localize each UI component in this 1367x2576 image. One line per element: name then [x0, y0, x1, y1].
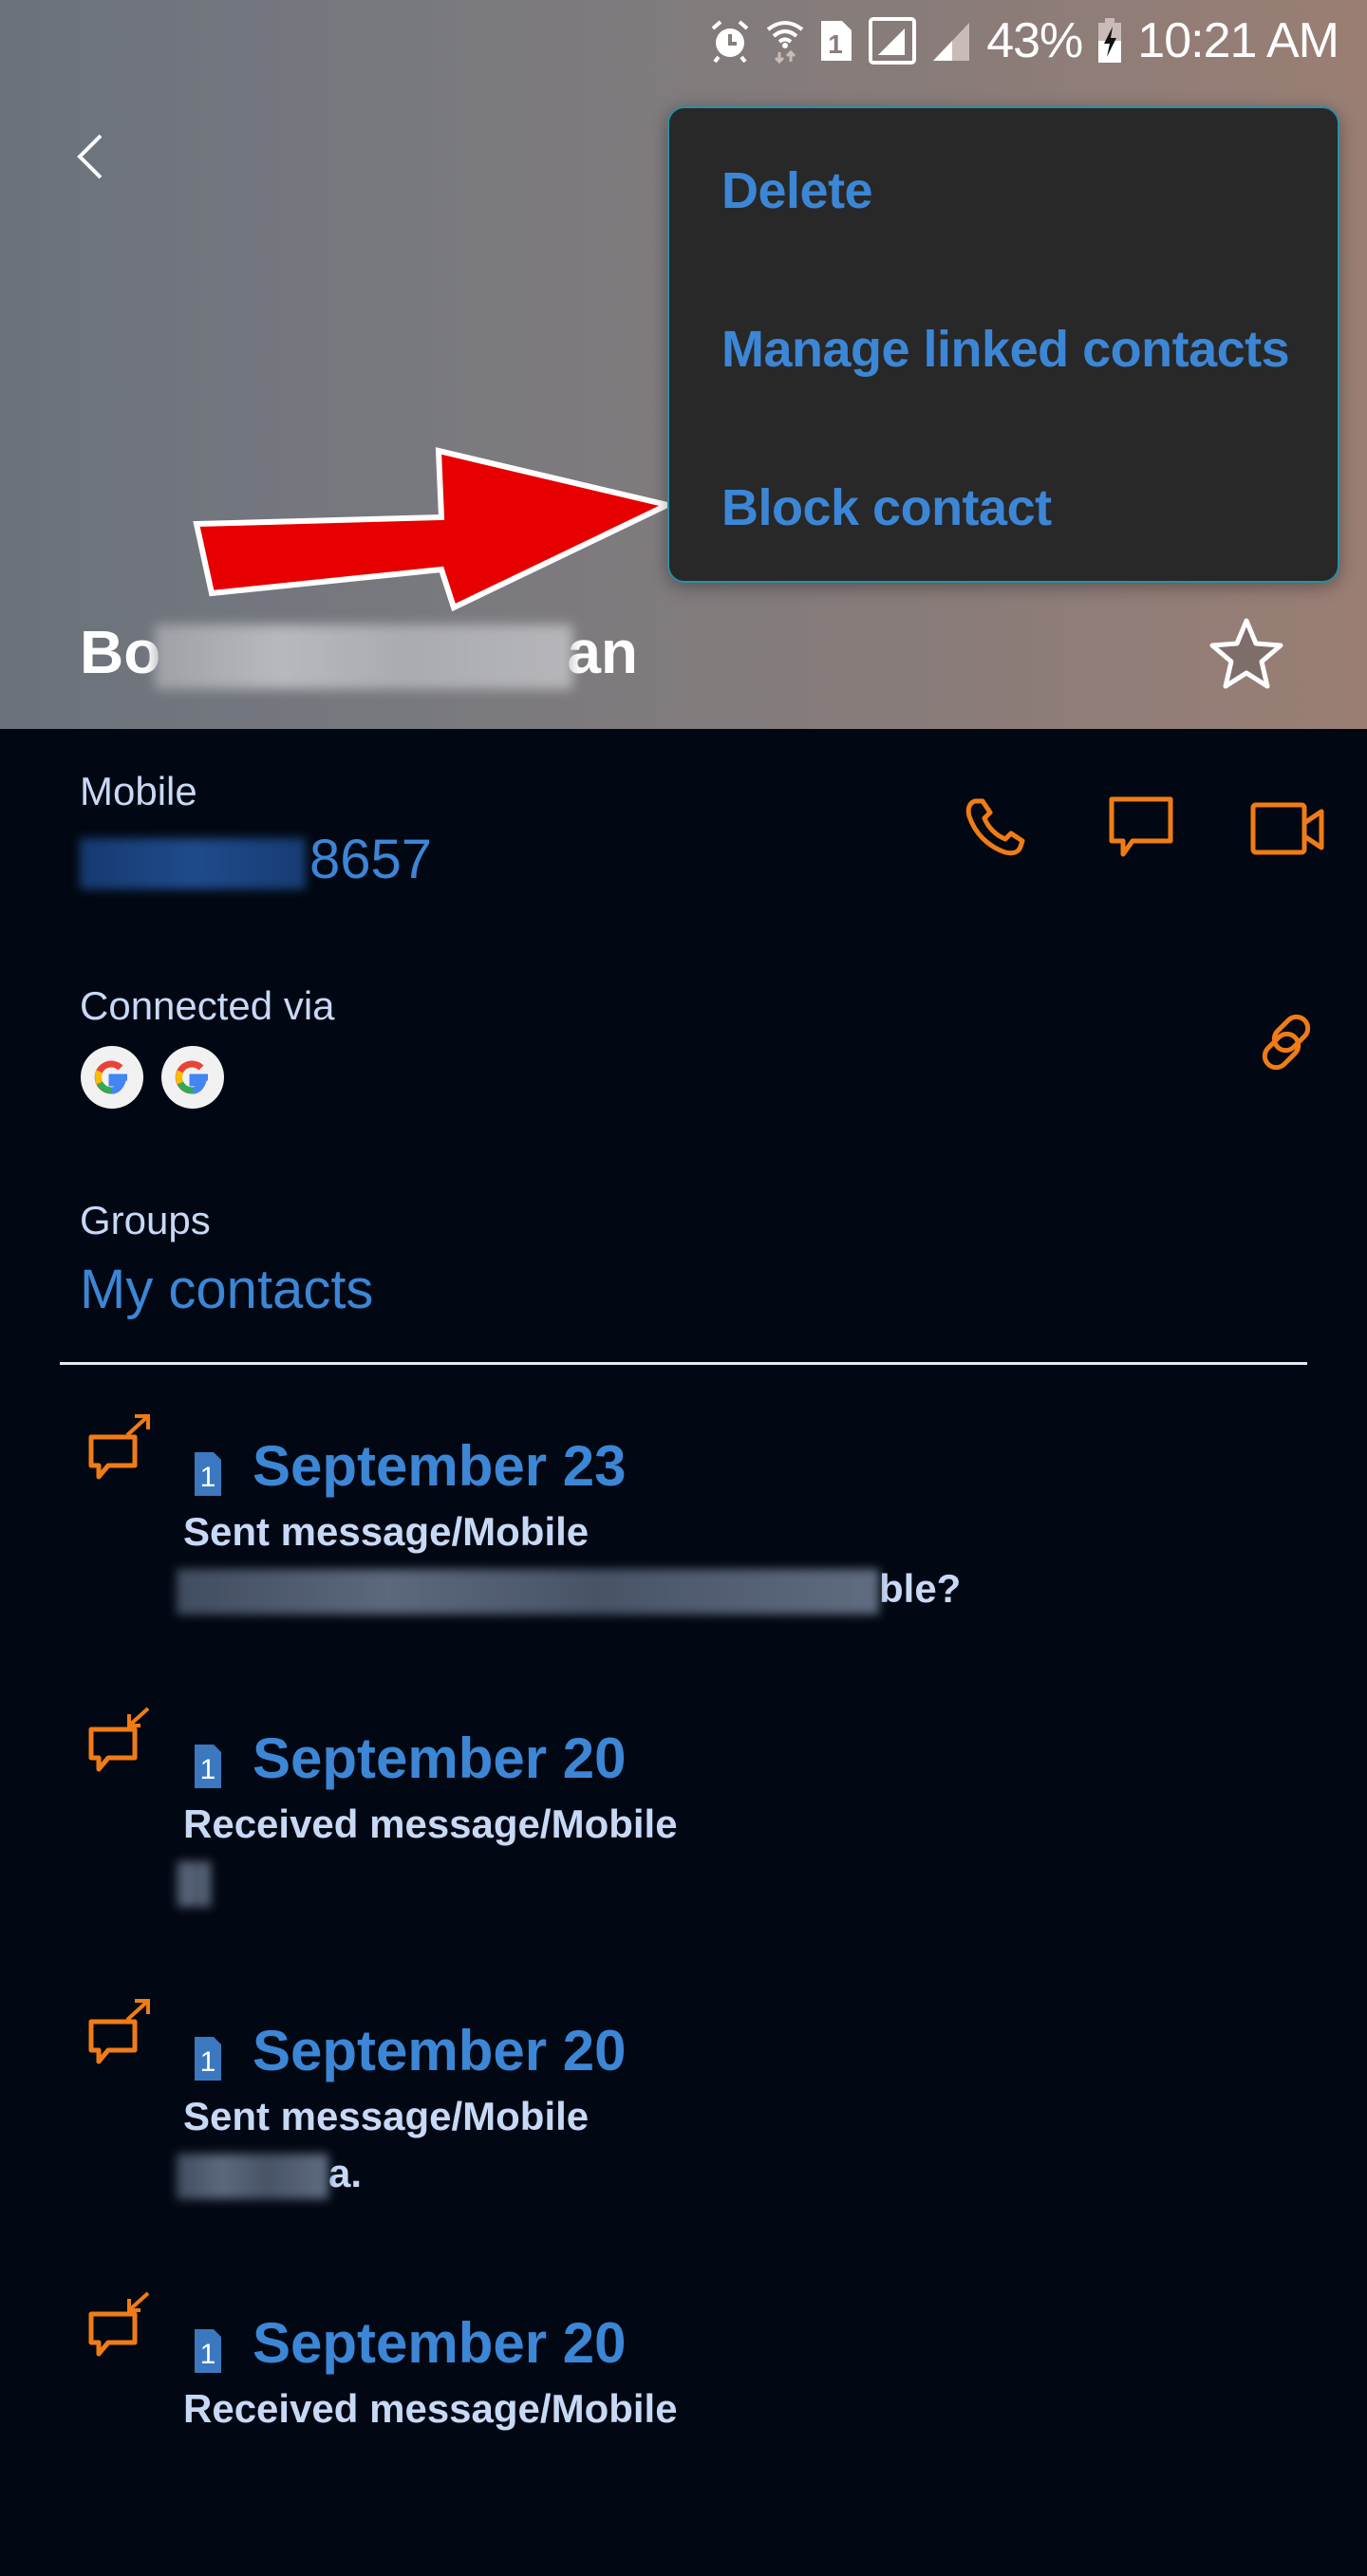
- wifi-icon: [766, 18, 804, 64]
- history-item[interactable]: 1 September 20 Sent message/Mobile a.: [0, 1999, 1367, 2284]
- history-type: Received message/Mobile: [183, 2386, 678, 2431]
- history-type: Received message/Mobile: [183, 1801, 678, 1846]
- contact-name-prefix: Bo: [80, 618, 161, 686]
- snippet-visible-text: a.: [328, 2151, 363, 2195]
- video-call-button[interactable]: [1250, 802, 1324, 864]
- signal-icon: [869, 17, 917, 65]
- message-outgoing-icon: [88, 1999, 150, 2064]
- svg-text:1: 1: [200, 2339, 216, 2370]
- google-account-badge: [161, 1046, 224, 1109]
- snippet-visible-text: ble?: [879, 1566, 962, 1611]
- google-account-badge: [81, 1046, 143, 1109]
- google-icon: [94, 1060, 127, 1094]
- battery-charging-icon: [1097, 18, 1122, 64]
- message-outgoing-icon: [88, 1414, 150, 1480]
- mobile-number-suffix: 8657: [309, 829, 433, 890]
- redacted-number: [80, 837, 306, 889]
- history-snippet: a.: [177, 2151, 362, 2199]
- history-date: September 20: [253, 2311, 627, 2375]
- battery-percent: 43%: [986, 13, 1083, 68]
- redacted-message: [177, 1860, 211, 1907]
- message-incoming-icon: [88, 1707, 150, 1772]
- phone-icon: [965, 798, 1025, 856]
- groups-label: Groups: [80, 1198, 211, 1242]
- google-icon: [175, 1060, 208, 1094]
- connected-via-label: Connected via: [80, 983, 335, 1028]
- star-outline-icon: [1209, 618, 1283, 689]
- history-date: September 23: [253, 1434, 627, 1498]
- message-button[interactable]: [1108, 795, 1174, 867]
- contact-header: 1 43% 10:21 AM Bo an Delete Manage linked…: [0, 0, 1367, 729]
- redacted-message: [177, 2153, 328, 2199]
- history-type: Sent message/Mobile: [183, 2094, 590, 2138]
- video-camera-icon: [1250, 802, 1324, 855]
- mobile-label: Mobile: [80, 769, 197, 813]
- history-item[interactable]: 1 September 20 Received message/Mobile: [0, 2291, 1367, 2576]
- history-snippet: [177, 1858, 211, 1907]
- history-snippet: ble?: [177, 1566, 961, 1615]
- sim-1-icon: 1: [195, 1745, 221, 1788]
- mobile-number[interactable]: 8657: [80, 828, 432, 891]
- history-item[interactable]: 1 September 20 Received message/Mobile: [0, 1707, 1367, 1991]
- link-icon: [1262, 1014, 1311, 1071]
- menu-item-manage-linked-contacts[interactable]: Manage linked contacts: [721, 320, 1290, 379]
- contact-name-suffix: an: [567, 618, 638, 686]
- history-date: September 20: [253, 2019, 627, 2082]
- history-date: September 20: [253, 1727, 627, 1790]
- menu-item-block-contact[interactable]: Block contact: [721, 478, 1052, 537]
- overflow-menu: Delete Manage linked contacts Block cont…: [667, 106, 1339, 583]
- back-button[interactable]: [66, 128, 123, 185]
- sim-1-icon: 1: [195, 2037, 221, 2081]
- svg-text:1: 1: [200, 1754, 216, 1785]
- menu-item-delete[interactable]: Delete: [721, 161, 873, 220]
- svg-text:1: 1: [200, 2046, 216, 2078]
- alarm-icon: [709, 19, 751, 63]
- clock: 10:21 AM: [1137, 13, 1339, 68]
- svg-text:1: 1: [828, 29, 843, 59]
- signal-secondary-icon: [931, 19, 971, 63]
- history-item[interactable]: 1 September 23 Sent message/Mobile ble?: [0, 1414, 1367, 1699]
- status-bar: 1 43% 10:21 AM: [646, 0, 1367, 82]
- message-icon: [1109, 796, 1173, 857]
- favorite-button[interactable]: [1208, 615, 1285, 693]
- message-incoming-icon: [88, 2291, 150, 2357]
- divider: [60, 1362, 1307, 1365]
- linked-contacts-button[interactable]: [1255, 1011, 1318, 1078]
- call-button[interactable]: [962, 795, 1028, 867]
- svg-text:1: 1: [200, 1462, 216, 1493]
- contact-name: Bo an: [80, 617, 638, 690]
- history-type: Sent message/Mobile: [183, 1509, 590, 1554]
- groups-value[interactable]: My contacts: [80, 1258, 373, 1321]
- sim-1-icon: 1: [195, 2329, 221, 2373]
- redacted-message: [177, 1568, 879, 1615]
- chevron-left-icon: [77, 134, 103, 179]
- sim-1-icon: 1: [195, 1452, 221, 1496]
- redacted-name: [155, 625, 573, 690]
- sim-1-icon: 1: [819, 19, 853, 63]
